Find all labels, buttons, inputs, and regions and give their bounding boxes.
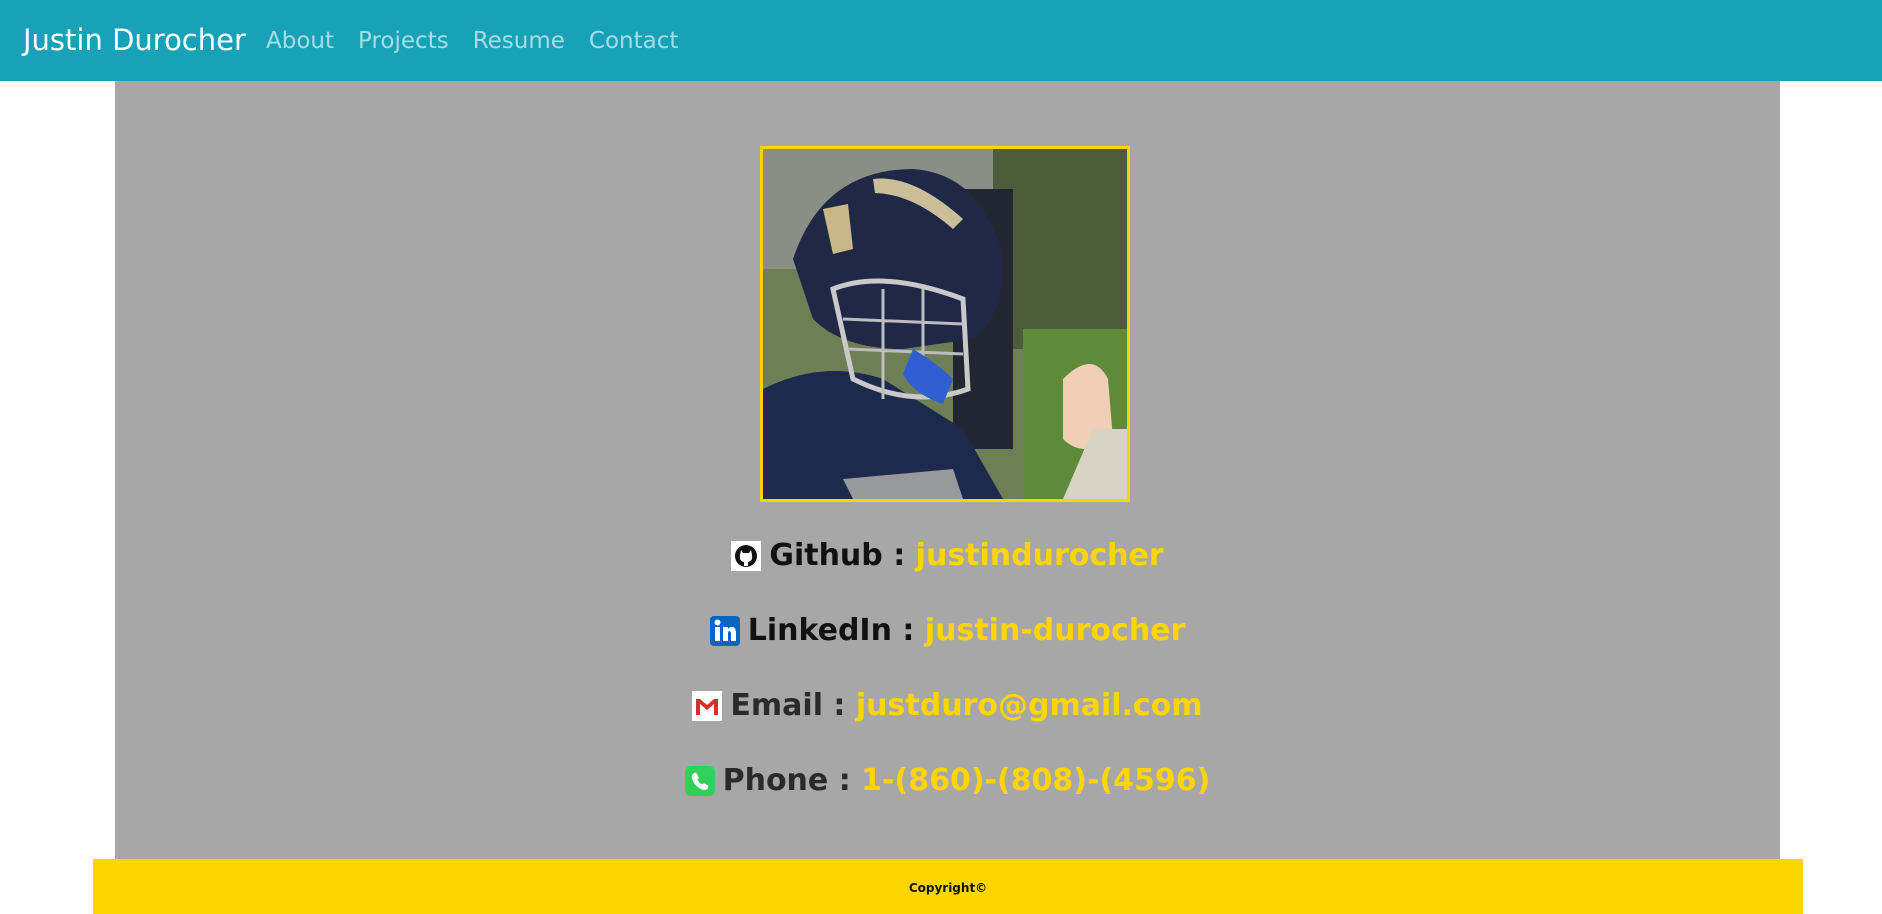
linkedin-icon: [709, 616, 740, 646]
copyright-text: Copyright©: [908, 881, 988, 895]
github-link[interactable]: justindurocher: [916, 538, 1164, 573]
email-link[interactable]: justduro@gmail.com: [856, 688, 1203, 723]
footer: Copyright©: [93, 859, 1803, 914]
nav-link-resume[interactable]: Resume: [473, 24, 565, 58]
contact-row-email: Email : justduro@gmail.com: [115, 686, 1780, 726]
contact-row-github: Github : justindurocher: [115, 536, 1780, 576]
phone-link[interactable]: 1-(860)-(808)-(4596): [861, 763, 1210, 798]
contact-row-phone: Phone : 1-(860)-(808)-(4596): [115, 761, 1780, 801]
linkedin-label: LinkedIn :: [747, 613, 915, 648]
brand-link[interactable]: Justin Durocher: [23, 20, 246, 60]
github-label: Github :: [769, 538, 906, 573]
nav-link-about[interactable]: About: [266, 24, 334, 58]
profile-photo: [760, 146, 1130, 502]
nav-links: About Projects Resume Contact: [266, 24, 702, 58]
nav-link-projects[interactable]: Projects: [358, 24, 449, 58]
linkedin-link[interactable]: justin-durocher: [925, 613, 1185, 648]
email-label: Email :: [730, 688, 846, 723]
contact-panel: Github : justindurocher LinkedIn : justi…: [115, 81, 1780, 859]
nav-link-contact[interactable]: Contact: [589, 24, 678, 58]
github-icon: [731, 541, 762, 571]
phone-icon: [684, 766, 715, 796]
contact-row-linkedin: LinkedIn : justin-durocher: [115, 611, 1780, 651]
navbar: Justin Durocher About Projects Resume Co…: [0, 0, 1882, 81]
gmail-icon: [692, 691, 723, 721]
phone-label: Phone :: [722, 763, 851, 798]
